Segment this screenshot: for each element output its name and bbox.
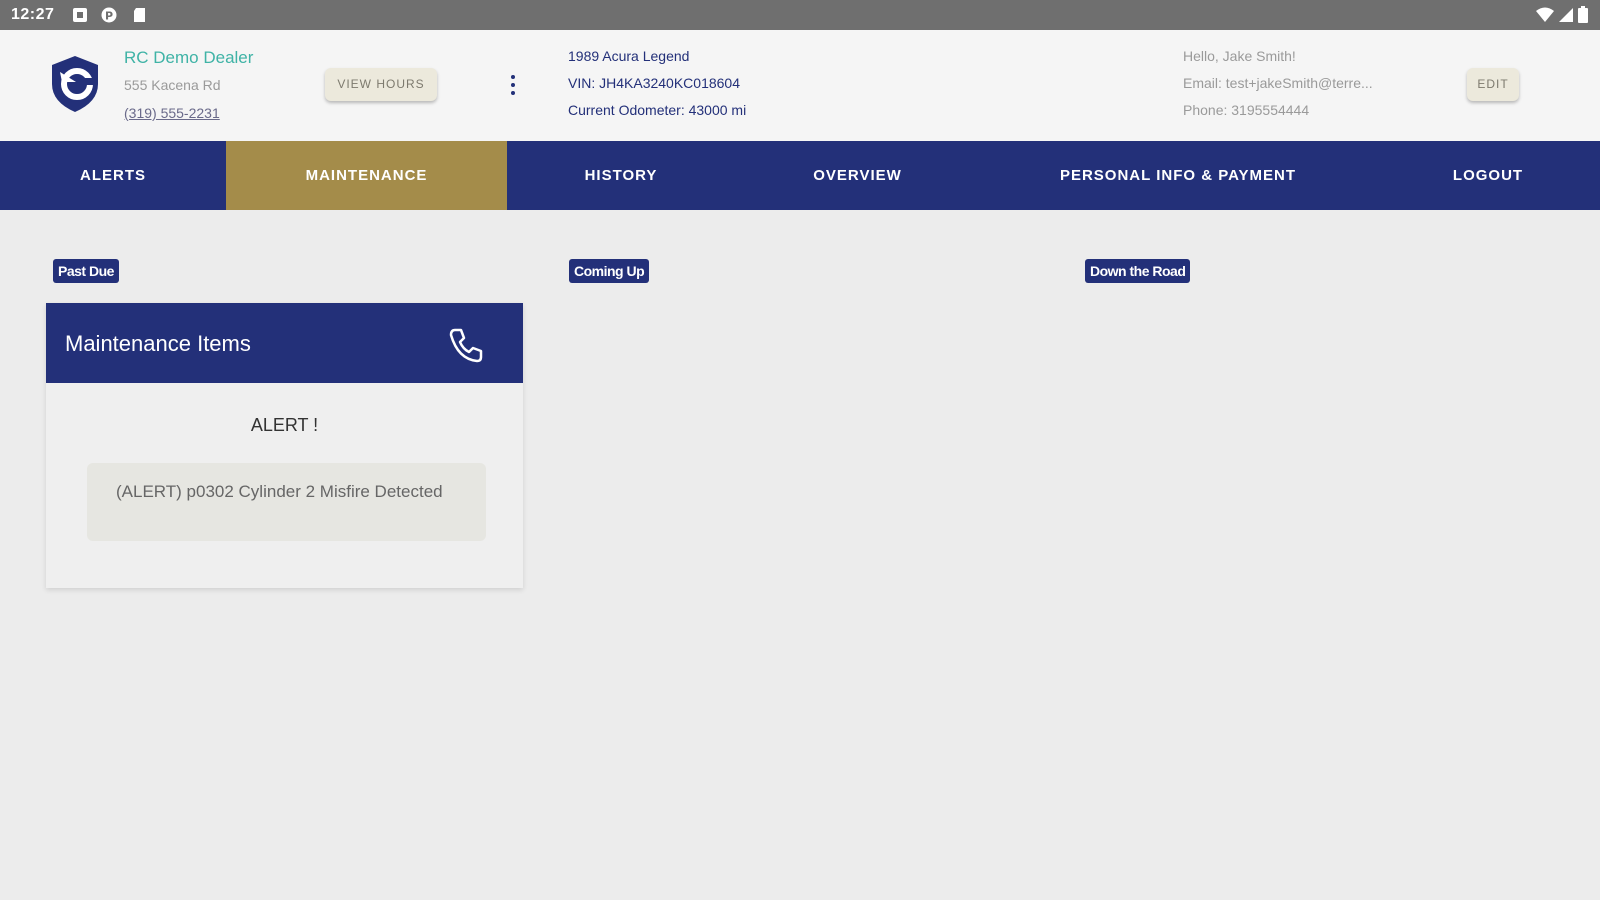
status-right-icons [1536, 6, 1588, 23]
sd-card-icon [134, 8, 145, 22]
dealer-address: 555 Kacena Rd [124, 77, 221, 93]
user-phone: Phone: 3195554444 [1183, 102, 1310, 118]
tab-logout[interactable]: LOGOUT [1376, 141, 1600, 210]
edit-profile-button[interactable]: EDIT [1467, 68, 1519, 101]
tab-history[interactable]: HISTORY [507, 141, 735, 210]
tab-personal-info-payment[interactable]: PERSONAL INFO & PAYMENT [980, 141, 1376, 210]
alert-heading: ALERT ! [250, 415, 319, 435]
dealer-name: RC Demo Dealer [124, 48, 254, 67]
battery-icon [1578, 6, 1588, 23]
user-email: Email: test+jakeSmith@terre... [1183, 75, 1373, 91]
tab-maintenance[interactable]: MAINTENANCE [226, 141, 507, 210]
coming-up-label: Coming Up [569, 259, 650, 283]
dealer-phone-link[interactable]: (319) 555-2231 [124, 105, 220, 121]
vehicle-title: 1989 Acura Legend [568, 48, 690, 64]
maintenance-items-card: Maintenance Items ALERT ! (ALERT) p0302 … [46, 303, 523, 588]
notification-icon [73, 8, 87, 22]
app-header: RC Demo Dealer 555 Kacena Rd (319) 555-2… [0, 30, 1600, 141]
card-header: Maintenance Items [46, 303, 523, 383]
tab-alerts[interactable]: ALERTS [0, 141, 226, 210]
alert-item[interactable]: (ALERT) p0302 Cylinder 2 Misfire Detecte… [87, 463, 486, 541]
phone-icon[interactable] [446, 325, 486, 365]
view-hours-button[interactable]: VIEW HOURS [325, 68, 437, 101]
signal-icon [1559, 7, 1573, 22]
pinterest-icon: P [101, 7, 117, 23]
down-the-road-label: Down the Road [1085, 259, 1191, 283]
user-greeting: Hello, Jake Smith! [1183, 48, 1296, 64]
status-time: 12:27 [11, 6, 55, 23]
wifi-icon [1536, 7, 1554, 22]
svg-text:P: P [105, 10, 113, 23]
main-nav: ALERTS MAINTENANCE HISTORY OVERVIEW PERS… [0, 141, 1600, 210]
dealer-shield-logo [52, 56, 98, 112]
tab-overview[interactable]: OVERVIEW [735, 141, 980, 210]
past-due-label: Past Due [53, 259, 119, 283]
card-title: Maintenance Items [65, 331, 251, 356]
status-bar: 12:27 P [0, 0, 1600, 30]
more-options-icon[interactable] [506, 68, 520, 102]
vehicle-odometer: Current Odometer: 43000 mi [568, 102, 747, 118]
vehicle-vin: VIN: JH4KA3240KC018604 [568, 75, 740, 91]
